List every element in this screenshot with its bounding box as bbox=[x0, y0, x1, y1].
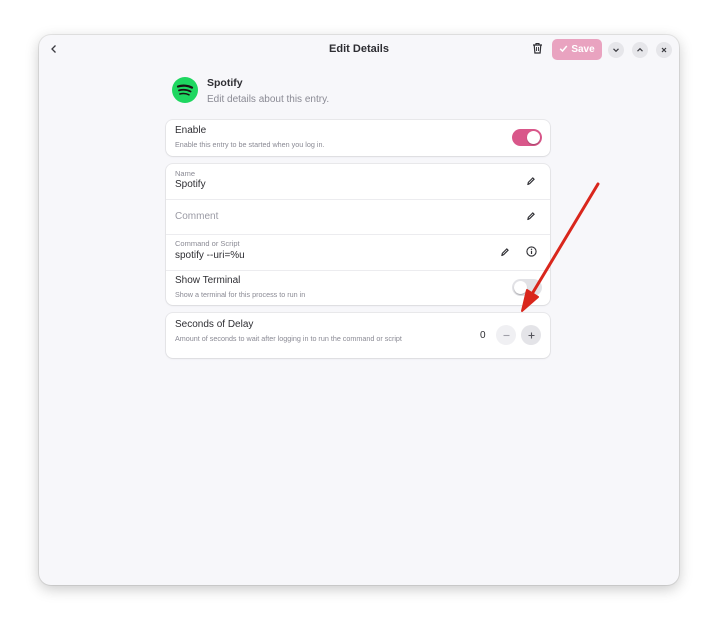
comment-row[interactable]: Comment bbox=[166, 200, 550, 234]
show-terminal-description: Show a terminal for this process to run … bbox=[175, 290, 306, 299]
enable-card: Enable Enable this entry to be started w… bbox=[166, 120, 550, 156]
app-name: Spotify bbox=[207, 77, 243, 89]
chevron-up-icon bbox=[636, 41, 644, 59]
edit-name-button[interactable] bbox=[523, 174, 539, 190]
show-terminal-row: Show Terminal Show a terminal for this p… bbox=[166, 271, 550, 305]
details-card: Name Spotify Comment Command or Script s… bbox=[166, 164, 550, 305]
header-bar: Edit Details Save bbox=[39, 35, 679, 65]
command-field[interactable]: spotify --uri=%u bbox=[175, 250, 245, 261]
command-info-button[interactable] bbox=[523, 245, 539, 261]
pencil-icon bbox=[526, 173, 536, 191]
save-label: Save bbox=[571, 44, 595, 55]
switch-knob bbox=[514, 281, 527, 294]
close-icon bbox=[660, 41, 668, 59]
plus-icon bbox=[527, 329, 536, 342]
increase-delay-button[interactable] bbox=[521, 325, 541, 345]
close-button[interactable] bbox=[656, 42, 672, 58]
delay-description: Amount of seconds to wait after logging … bbox=[175, 334, 402, 343]
delay-card: Seconds of Delay Amount of seconds to wa… bbox=[166, 313, 550, 358]
edit-comment-button[interactable] bbox=[523, 209, 539, 225]
name-row[interactable]: Name Spotify bbox=[166, 164, 550, 199]
enable-switch[interactable] bbox=[512, 129, 542, 146]
save-button[interactable]: Save bbox=[552, 39, 602, 60]
switch-knob bbox=[527, 131, 540, 144]
spotify-logo-icon bbox=[172, 77, 198, 103]
maximize-button[interactable] bbox=[632, 42, 648, 58]
delay-row: Seconds of Delay Amount of seconds to wa… bbox=[166, 313, 550, 358]
app-header: Spotify Edit details about this entry. bbox=[172, 77, 552, 109]
info-icon bbox=[525, 244, 537, 262]
check-icon bbox=[559, 44, 568, 56]
pencil-icon bbox=[526, 208, 536, 226]
delay-label: Seconds of Delay bbox=[175, 319, 254, 330]
enable-description: Enable this entry to be started when you… bbox=[175, 140, 325, 149]
back-button[interactable] bbox=[45, 41, 63, 59]
show-terminal-switch[interactable] bbox=[512, 279, 542, 296]
minimize-button[interactable] bbox=[608, 42, 624, 58]
edit-command-button[interactable] bbox=[497, 245, 513, 261]
app-subtitle: Edit details about this entry. bbox=[207, 94, 330, 105]
command-field-label: Command or Script bbox=[175, 239, 240, 248]
enable-row: Enable Enable this entry to be started w… bbox=[166, 120, 550, 156]
name-field-label: Name bbox=[175, 169, 196, 178]
enable-label: Enable bbox=[175, 125, 207, 136]
command-row[interactable]: Command or Script spotify --uri=%u bbox=[166, 235, 550, 270]
trash-icon bbox=[532, 41, 543, 59]
decrease-delay-button[interactable] bbox=[496, 325, 516, 345]
show-terminal-label: Show Terminal bbox=[175, 275, 241, 286]
back-chevron-icon bbox=[49, 41, 59, 59]
comment-field[interactable]: Comment bbox=[175, 211, 218, 222]
delete-button[interactable] bbox=[529, 41, 545, 59]
minus-icon bbox=[502, 329, 511, 342]
delay-value[interactable]: 0 bbox=[480, 330, 486, 341]
name-field[interactable]: Spotify bbox=[175, 179, 206, 190]
edit-details-window: Edit Details Save Spotify Edit details a… bbox=[39, 35, 679, 585]
chevron-down-icon bbox=[612, 41, 620, 59]
pencil-icon bbox=[500, 244, 510, 262]
